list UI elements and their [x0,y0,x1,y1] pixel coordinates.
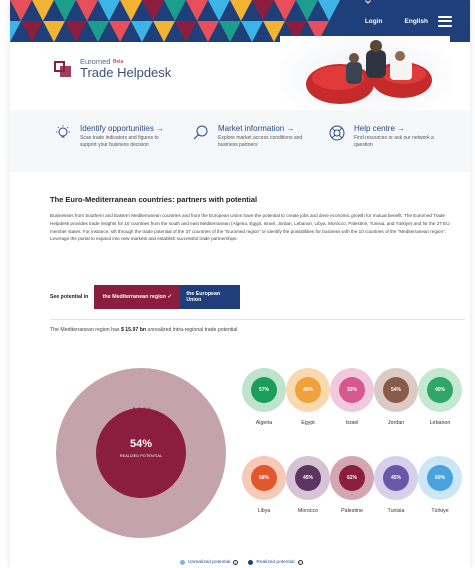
login-link[interactable]: Login [365,18,383,25]
country-unrealized-circle: 62% [330,456,374,500]
switch-label: See potential in [50,294,89,300]
country-unrealized-circle: 58% [242,456,286,500]
country-realized-circle: 45% [383,465,409,491]
language-label: English [404,17,428,25]
region-realized-circle[interactable]: 54% REALIZED POTENTIAL [96,408,186,498]
country-name: Egypt [301,420,315,426]
feature-identify-opportunities[interactable]: Identify opportunities → Scan trade indi… [54,124,164,149]
feature-help-centre[interactable]: Help centre → Find resources or ask our … [328,124,434,149]
legend-label: Unrealized potential [188,560,231,565]
realized-label: REALIZED POTENTIAL [119,454,163,458]
country-realized-circle: 33% [339,377,365,403]
summary-amount: $ 15.97 bn [120,327,147,333]
country-tunisia[interactable]: 45% Tunisia [374,456,418,514]
country-realized-circle: 49% [295,377,321,403]
country-realized-circle: 40% [427,377,453,403]
bulb-icon [56,125,70,138]
country-unrealized-circle: 57% [242,368,286,412]
summary-prefix: The Mediterranean region has [50,327,121,333]
feature-title: Market information → [218,124,295,133]
hamburger-menu-icon[interactable] [438,13,452,29]
language-selector[interactable]: English [364,0,428,25]
country-name: Israel [345,420,359,426]
legend-swatch [248,560,254,565]
chevron-down-icon [364,0,371,4]
legend-unrealized: Unrealized potential i [180,560,239,565]
potential-summary: The Mediterranean region has $ 15.97 bn … [50,327,237,333]
country-unrealized-circle: 33% [330,368,374,412]
country-name: Algeria [255,420,273,426]
country-unrealized-circle: 60% [418,456,462,500]
summary-suffix: unrealized intra-regional trade potentia… [146,327,238,333]
country-name: Türkiye [431,508,449,514]
page: Login English Euromed Trade Helpdesk Bet… [10,0,470,568]
country-name: Lebanon [429,420,451,426]
feature-desc-line: Find resources or ask our network a [354,135,434,141]
country-palestine[interactable]: 62% Palestine [330,456,374,514]
country-name: Palestine [341,508,363,514]
chart-legend: Unrealized potential i Realized potentia… [180,560,303,565]
country-realized-circle: 62% [339,465,365,491]
search-icon [193,125,208,140]
mediterranean-region-button[interactable]: the Mediterranean region ✓ [94,285,181,309]
hero-image [280,36,450,116]
country-realized-circle: 57% [251,377,277,403]
country-lebanon[interactable]: 40% Lebanon [418,368,462,426]
feature-strip: Identify opportunities → Scan trade indi… [10,110,470,172]
legend-label: Realized potential [256,560,295,565]
region-switch: See potential in the Mediterranean regio… [50,285,241,309]
lifebuoy-icon [329,125,345,141]
country-name: Tunisia [387,508,405,514]
intro-article: The Euro-Mediterranean countries: partne… [50,195,465,243]
european-union-button[interactable]: the European Union [180,285,241,309]
feature-market-information[interactable]: Market information → Explore market acce… [192,124,302,149]
feature-desc-line: business partners [218,141,258,148]
country-unrealized-circle: 40% [418,368,462,412]
country-unrealized-circle: 49% [286,368,330,412]
country-name: Libya [257,508,271,514]
country-realized-circle: 45% [295,465,321,491]
potential-chart: 46% UNREALIZED POTENTIAL 54% REALIZED PO… [10,340,470,568]
info-icon[interactable]: i [297,560,303,565]
feature-desc-line: question [354,141,373,148]
country-realized-circle: 60% [427,465,453,491]
realized-pct: 54% [129,438,153,450]
feature-desc-line: support your business decision [80,141,149,148]
brand-name: Trade Helpdesk [80,64,172,80]
info-icon[interactable]: i [233,560,239,565]
country-jordan[interactable]: 54% Jordan [374,368,418,426]
country-libya[interactable]: 58% Libya [242,456,286,514]
country-algeria[interactable]: 57% Algeria [242,368,286,426]
legend-swatch [180,560,185,565]
legend-realized: Realized potential i [248,560,303,565]
country-name: Jordan [387,420,405,426]
region-unrealized-circle[interactable]: 46% UNREALIZED POTENTIAL 54% REALIZED PO… [56,368,226,538]
article-body: Businesses from Southern and Eastern Med… [50,213,450,242]
country-türkiye[interactable]: 60% Türkiye [418,456,462,514]
country-morocco[interactable]: 45% Morocco [286,456,330,514]
hero: Euromed Trade Helpdesk Beta [10,36,470,116]
country-name: Morocco [297,508,319,514]
feature-desc-line: Scan trade indicators and figures to [80,135,159,141]
country-realized-circle: 54% [383,377,409,403]
feature-title: Identify opportunities → [80,124,165,133]
country-realized-circle: 58% [251,465,277,491]
article-title: The Euro-Mediterranean countries: partne… [50,195,258,204]
feature-title: Help centre → [354,124,406,133]
country-unrealized-circle: 45% [374,456,418,500]
country-unrealized-circle: 45% [286,456,330,500]
beta-badge: Beta [113,59,124,65]
country-egypt[interactable]: 49% Egypt [286,368,330,426]
logo-mark-icon [54,60,74,77]
country-unrealized-circle: 54% [374,368,418,412]
feature-desc-line: Explore market access conditions and [218,135,303,141]
divider [50,319,465,320]
country-israel[interactable]: 33% Israel [330,368,374,426]
